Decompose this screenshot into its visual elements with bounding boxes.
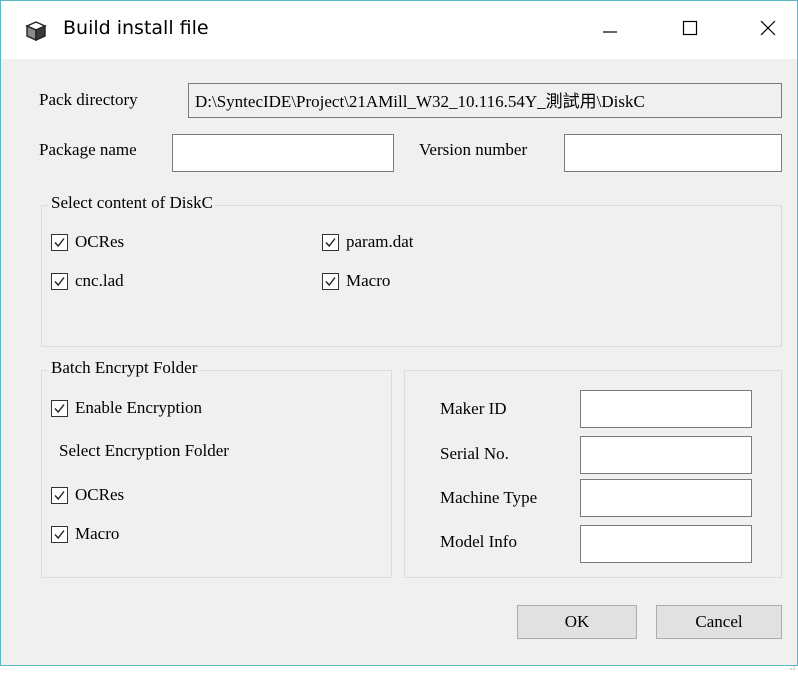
checkbox-label: OCRes bbox=[75, 232, 125, 251]
checkbox-encrypt-macro[interactable]: Macro bbox=[51, 524, 119, 544]
content-group-title: Select content of DiskC bbox=[49, 193, 215, 213]
checkbox-label: Macro bbox=[75, 524, 120, 543]
select-encryption-folder-label: Select Encryption Folder bbox=[59, 441, 229, 460]
ok-button[interactable]: OK bbox=[517, 605, 637, 639]
pack-directory-field[interactable]: D:\SyntecIDE\Project\21AMill_W32_10.116.… bbox=[188, 83, 782, 118]
checkbox-checked-icon bbox=[51, 399, 68, 417]
window-title: Build install file bbox=[63, 17, 209, 39]
close-icon bbox=[759, 19, 777, 41]
checkbox-enable-encryption[interactable]: Enable Encryption bbox=[51, 398, 202, 418]
version-number-label: Version number bbox=[419, 140, 528, 159]
checkbox-label: param.dat bbox=[346, 232, 414, 251]
checkbox-checked-icon bbox=[51, 272, 68, 290]
checkbox-label: cnc.lad bbox=[75, 271, 124, 290]
checkbox-label: Macro bbox=[346, 271, 391, 290]
minimize-icon bbox=[602, 20, 618, 40]
machine-type-label: Machine Type bbox=[440, 488, 538, 507]
maximize-button[interactable] bbox=[661, 1, 719, 59]
minimize-button[interactable] bbox=[581, 1, 639, 59]
build-install-dialog: Build install file Pack directory D:\Syn… bbox=[0, 0, 798, 670]
checkbox-checked-icon bbox=[51, 486, 68, 504]
checkbox-macro[interactable]: Macro bbox=[322, 271, 390, 291]
checkbox-param-dat[interactable]: param.dat bbox=[322, 232, 414, 252]
serial-no-input[interactable] bbox=[580, 436, 752, 474]
checkbox-encrypt-ocres[interactable]: OCRes bbox=[51, 485, 124, 505]
package-box-icon bbox=[25, 20, 47, 42]
pack-directory-label: Pack directory bbox=[39, 90, 138, 109]
resize-grip-icon[interactable] bbox=[789, 657, 795, 670]
model-info-input[interactable] bbox=[580, 525, 752, 563]
package-name-label: Package name bbox=[39, 140, 137, 159]
content-group bbox=[41, 205, 782, 347]
close-button[interactable] bbox=[739, 1, 797, 59]
checkbox-checked-icon bbox=[51, 233, 68, 251]
maker-id-label: Maker ID bbox=[440, 399, 507, 418]
encrypt-group-title: Batch Encrypt Folder bbox=[49, 358, 200, 378]
cancel-button[interactable]: Cancel bbox=[656, 605, 782, 639]
checkbox-checked-icon bbox=[322, 233, 339, 251]
package-name-input[interactable] bbox=[172, 134, 394, 172]
checkbox-checked-icon bbox=[322, 272, 339, 290]
title-bar[interactable]: Build install file bbox=[1, 1, 797, 59]
maker-id-input[interactable] bbox=[580, 390, 752, 428]
checkbox-label: OCRes bbox=[75, 485, 125, 504]
maximize-icon bbox=[682, 20, 698, 40]
checkbox-ocres[interactable]: OCRes bbox=[51, 232, 124, 252]
checkbox-label: Enable Encryption bbox=[75, 398, 202, 417]
checkbox-cnc-lad[interactable]: cnc.lad bbox=[51, 271, 124, 291]
machine-type-input[interactable] bbox=[580, 479, 752, 517]
version-number-input[interactable] bbox=[564, 134, 782, 172]
checkbox-checked-icon bbox=[51, 525, 68, 543]
model-info-label: Model Info bbox=[440, 532, 517, 551]
serial-no-label: Serial No. bbox=[440, 444, 509, 463]
